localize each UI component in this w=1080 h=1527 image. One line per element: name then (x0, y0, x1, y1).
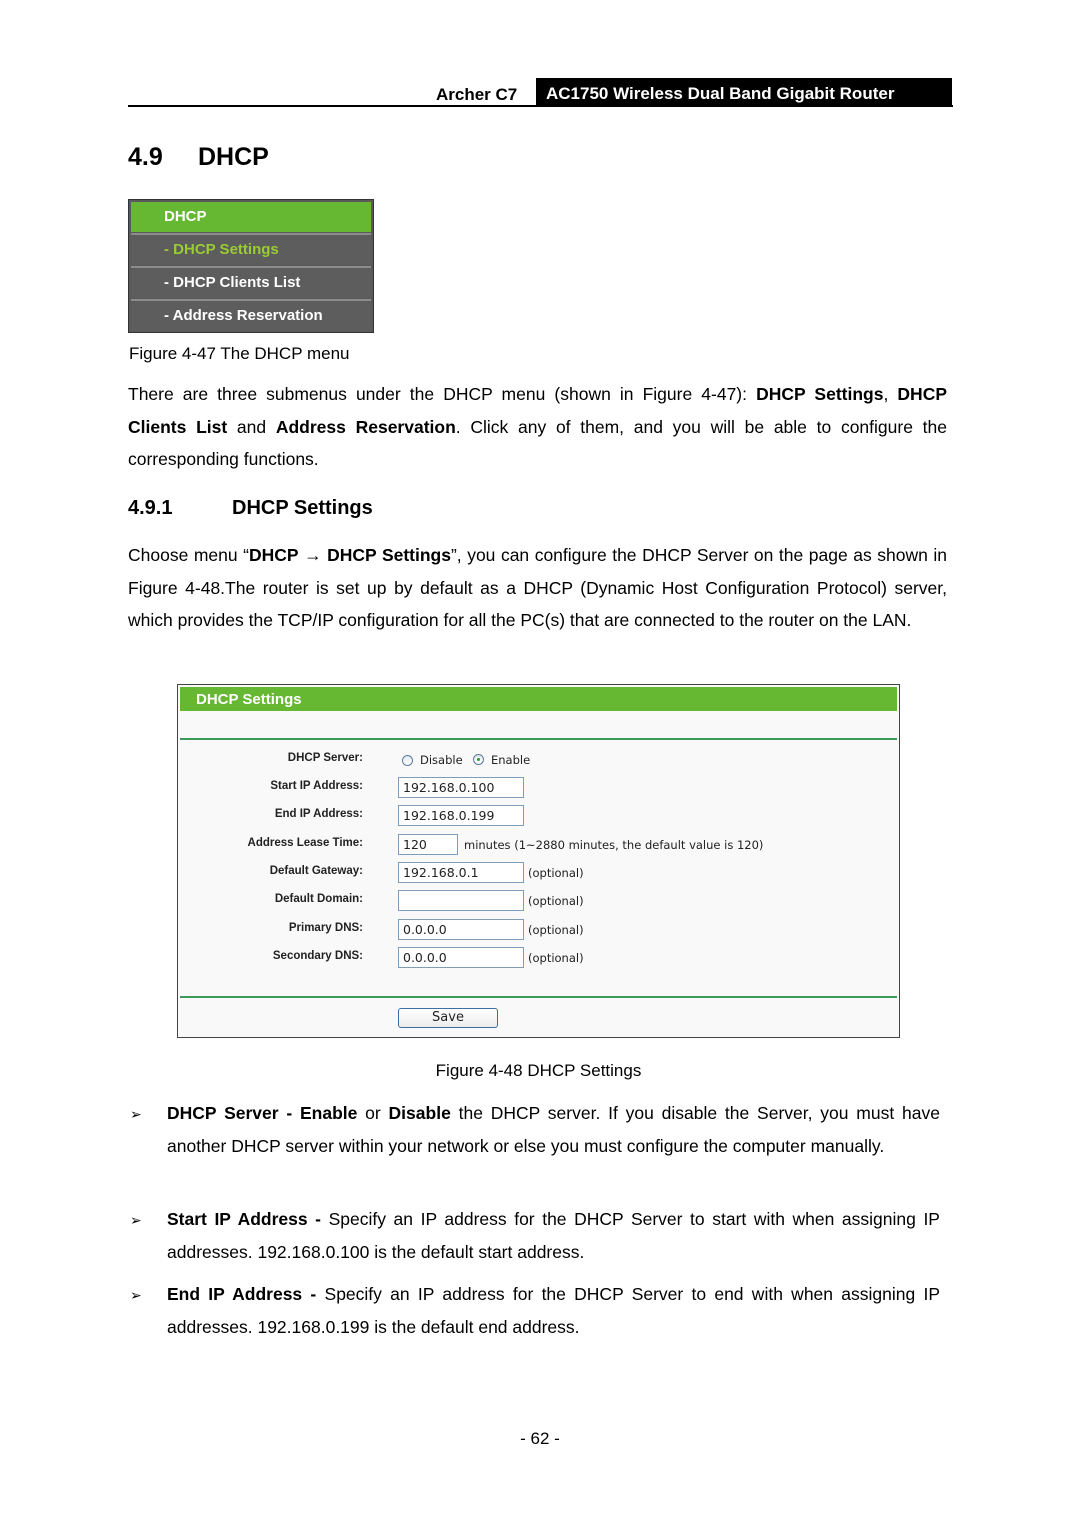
secondary-dns-input[interactable]: 0.0.0.0 (398, 947, 524, 968)
figure-caption-settings: Figure 4-48 DHCP Settings (435, 1061, 642, 1080)
bold-term: Disable (388, 1103, 451, 1123)
domain-optional-note: (optional) (528, 894, 584, 908)
text: or (357, 1103, 389, 1123)
radio-enable-label: Enable (491, 753, 531, 767)
bold-term: DHCP Server - Enable (167, 1103, 358, 1123)
secondary-dns-label: Secondary DNS: (272, 950, 363, 962)
lease-time-note: minutes (1~2880 minutes, the default val… (464, 838, 764, 852)
gateway-label: Default Gateway: (269, 865, 363, 877)
page-number: - 62 - (520, 1429, 560, 1448)
start-ip-label: Start IP Address: (270, 780, 363, 792)
panel-title: DHCP Settings (180, 687, 897, 711)
intro-paragraph: There are three submenus under the DHCP … (128, 378, 947, 476)
bullet-dhcp-server: DHCP Server - Enable or Disable the DHCP… (167, 1097, 940, 1162)
panel-divider (180, 996, 897, 998)
menu-item-dhcp-settings[interactable]: - DHCP Settings (131, 235, 371, 265)
text: There are three submenus under the DHCP … (128, 384, 757, 404)
lease-time-input[interactable]: 120 (398, 834, 458, 855)
section-heading: 4.9 DHCP (128, 143, 269, 172)
bold-term: Start IP Address - (167, 1209, 322, 1229)
choose-menu-paragraph: Choose menu “DHCP → DHCP Settings”, you … (128, 539, 947, 637)
bullet-icon: ➢ (130, 1106, 142, 1122)
bullet-icon: ➢ (130, 1287, 142, 1303)
radio-enable[interactable] (473, 754, 484, 765)
text: , (883, 384, 898, 404)
header-rule (128, 105, 953, 107)
bold-term: DHCP Settings (327, 545, 451, 565)
section-title: DHCP (198, 143, 269, 171)
radio-disable[interactable] (402, 755, 413, 766)
bullet-icon: ➢ (130, 1212, 142, 1228)
domain-input[interactable] (398, 890, 524, 911)
subsection-heading: 4.9.1 DHCP Settings (128, 497, 373, 520)
dhcp-settings-panel: DHCP Settings DHCP Server: Disable Enabl… (177, 684, 900, 1038)
lease-time-label: Address Lease Time: (247, 837, 363, 849)
menu-item-address-reservation[interactable]: - Address Reservation (131, 301, 371, 331)
radio-disable-label: Disable (420, 753, 463, 767)
text: and (227, 416, 276, 437)
gateway-input[interactable]: 192.168.0.1 (398, 862, 524, 883)
bullet-start-ip: Start IP Address - Specify an IP address… (167, 1203, 940, 1268)
subsection-title: DHCP Settings (232, 497, 373, 519)
bullet-end-ip: End IP Address - Specify an IP address f… (167, 1278, 940, 1343)
save-button[interactable]: Save (398, 1008, 498, 1028)
gateway-optional-note: (optional) (528, 866, 584, 880)
header-model-title: AC1750 Wireless Dual Band Gigabit Router (536, 78, 952, 106)
menu-item-dhcp-clients-list[interactable]: - DHCP Clients List (131, 268, 371, 298)
arrow-icon: → (298, 545, 328, 565)
end-ip-input[interactable]: 192.168.0.199 (398, 805, 524, 826)
primary-dns-label: Primary DNS: (288, 922, 363, 934)
secondary-dns-optional-note: (optional) (528, 951, 584, 965)
bold-term: End IP Address - (167, 1284, 317, 1304)
primary-dns-optional-note: (optional) (528, 923, 584, 937)
domain-label: Default Domain: (274, 893, 363, 905)
end-ip-label: End IP Address: (274, 808, 363, 820)
section-number: 4.9 (128, 143, 163, 171)
bold-term: DHCP (248, 545, 299, 565)
panel-divider (180, 738, 897, 740)
dhcp-menu: DHCP - DHCP Settings - DHCP Clients List… (128, 199, 374, 333)
bold-term: Address Reservation (275, 416, 456, 437)
text: Choose menu “ (128, 545, 249, 565)
dhcp-server-label: DHCP Server: (287, 752, 363, 764)
figure-caption-menu: Figure 4-47 The DHCP menu (129, 344, 350, 363)
header-product-name: Archer C7 (436, 85, 518, 104)
start-ip-input[interactable]: 192.168.0.100 (398, 777, 524, 798)
radio-selected-dot (477, 758, 480, 761)
primary-dns-input[interactable]: 0.0.0.0 (398, 919, 524, 940)
menu-head-dhcp[interactable]: DHCP (131, 202, 371, 232)
subsection-number: 4.9.1 (128, 497, 173, 519)
bold-term: DHCP Settings (756, 384, 884, 404)
